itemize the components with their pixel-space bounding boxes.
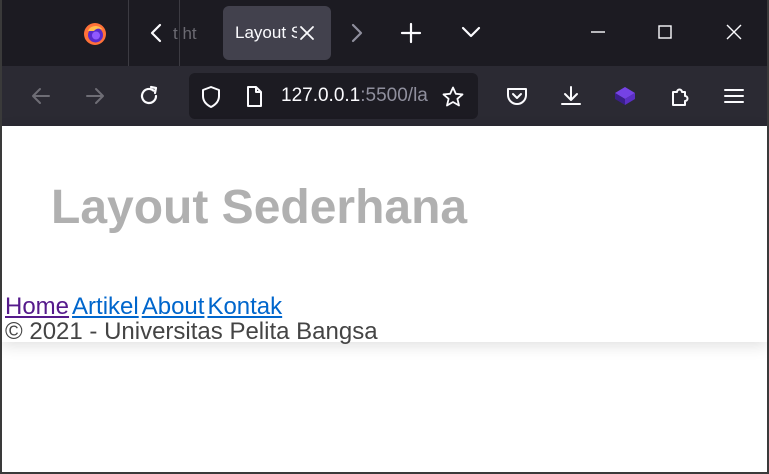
maximize-icon[interactable] — [655, 22, 675, 42]
download-icon[interactable] — [559, 84, 583, 108]
firefox-logo-icon[interactable] — [83, 22, 107, 46]
page-title: Layout Sederhana — [51, 181, 468, 234]
extension-cube-icon[interactable] — [613, 84, 637, 108]
nav-link-home[interactable]: Home — [5, 293, 69, 320]
forward-arrow-icon[interactable] — [83, 84, 107, 108]
shield-icon[interactable] — [200, 85, 222, 109]
url-bar[interactable]: 127.0.0.1:5500/la — [189, 73, 478, 119]
tab-strip: t ht Layout S — [2, 0, 767, 66]
page-footer: © 2021 - Universitas Pelita Bangsa — [5, 318, 378, 345]
new-tab-plus-icon[interactable] — [399, 21, 423, 45]
tab-previous-title: t ht — [173, 24, 197, 43]
page-icon[interactable] — [244, 85, 264, 109]
url-host: 127.0.0.1 — [281, 85, 361, 106]
menu-hamburger-icon[interactable] — [722, 84, 746, 108]
navigation-toolbar: 127.0.0.1:5500/la — [2, 66, 767, 126]
reload-icon[interactable] — [137, 84, 161, 108]
tab-active-title: Layout S — [235, 23, 297, 42]
tab-active[interactable]: Layout S — [223, 6, 331, 60]
site-nav: Home Artikel About Kontak — [5, 295, 285, 319]
pocket-icon[interactable] — [505, 84, 529, 108]
extensions-puzzle-icon[interactable] — [668, 84, 692, 108]
page-container: Layout Sederhana Home Artikel About Kontak … — [2, 126, 767, 345]
browser-window: t ht Layout S 127.0.0.1:5500/la Layout S… — [0, 0, 769, 474]
chevron-right-icon[interactable] — [346, 22, 366, 44]
page-viewport: Layout Sederhana Home Artikel About Kontak … — [2, 126, 767, 472]
chevron-down-icon[interactable] — [460, 24, 482, 40]
chevron-left-icon — [150, 23, 162, 43]
minimize-icon[interactable] — [588, 22, 608, 42]
nav-link-kontak[interactable]: Kontak — [207, 293, 282, 320]
window-close-icon[interactable] — [724, 22, 744, 42]
back-arrow-icon[interactable] — [29, 84, 53, 108]
nav-link-about[interactable]: About — [142, 293, 205, 320]
nav-link-artikel[interactable]: Artikel — [72, 293, 139, 320]
bookmark-star-icon[interactable] — [441, 85, 465, 109]
url-text[interactable]: 127.0.0.1:5500/la — [281, 85, 431, 107]
tab-previous[interactable]: t ht — [129, 0, 197, 66]
close-tab-icon[interactable] — [297, 23, 317, 43]
url-path: :5500/la — [360, 85, 428, 106]
